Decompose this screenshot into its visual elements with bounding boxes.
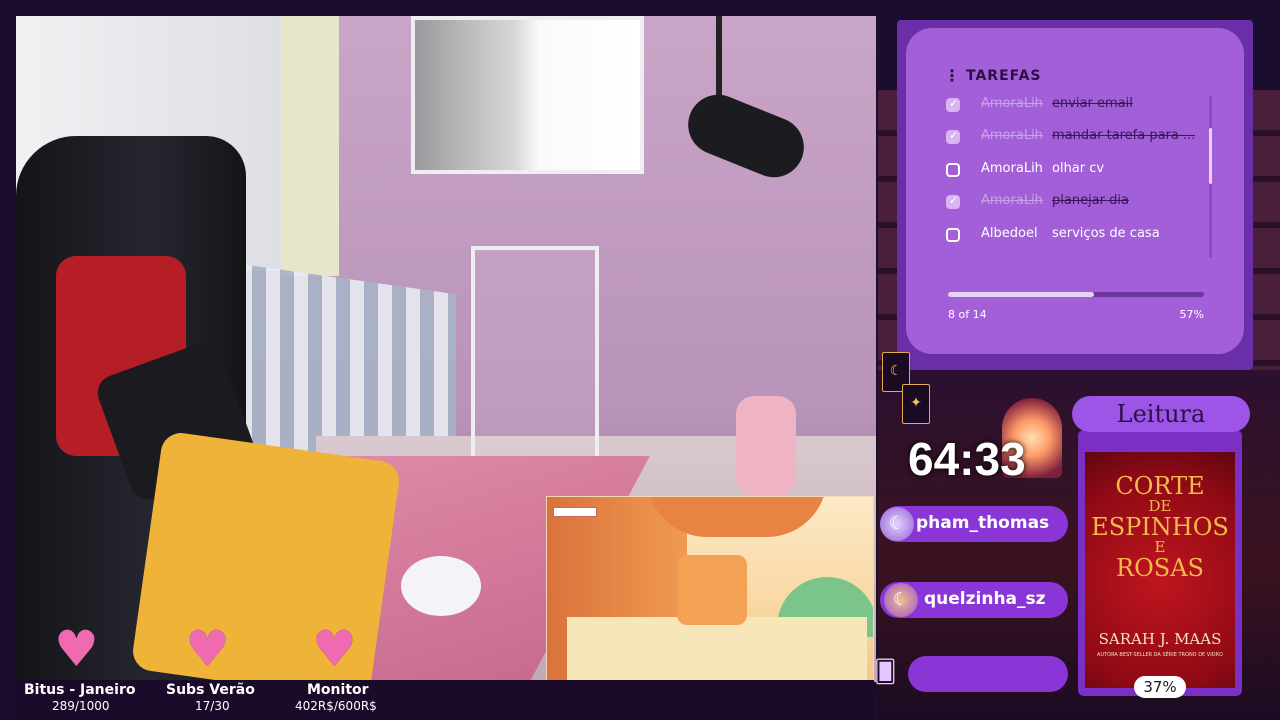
goal-label: Bitus - Janeiro [24, 682, 136, 698]
task-user: AmoraLih [981, 193, 1043, 208]
chat-username: pham_thomas [916, 513, 1050, 533]
crescent-moon-icon: ☾ [884, 583, 918, 617]
game-capture [546, 496, 874, 682]
microphone [679, 85, 813, 187]
reading-progress: 37% [1134, 676, 1186, 698]
checkbox-checked-icon[interactable] [946, 194, 960, 209]
yellow-blanket [130, 430, 402, 682]
reading-label: Leitura [1072, 396, 1250, 432]
task-user: Albedoel [981, 226, 1038, 241]
heart-icon: ♥ [312, 620, 357, 678]
checkbox-checked-icon[interactable] [946, 129, 960, 144]
goal-value: 17/30 [195, 699, 230, 713]
tasks-scrollbar-thumb[interactable] [1209, 128, 1212, 184]
task-item[interactable]: AmoraLih planejar dia [946, 192, 1206, 214]
game-character [677, 555, 747, 625]
book-author: SARAH J. MAAS [1098, 630, 1222, 648]
task-text: mandar tarefa para ... [1052, 128, 1196, 143]
chat-user-pill-empty [908, 656, 1068, 692]
storage-cart [471, 246, 599, 474]
book-title: CORTE DE ESPINHOS E ROSAS [1085, 472, 1235, 582]
game-health-bar [553, 507, 597, 517]
tarot-card-icon: ✦ [902, 384, 930, 424]
water-bottle [736, 396, 796, 496]
book-title-line: CORTE [1115, 472, 1205, 500]
checkbox-checked-icon[interactable] [946, 97, 960, 112]
tarot-cards-icon: 🂠 [874, 660, 897, 685]
checkbox-empty-icon[interactable] [946, 163, 960, 177]
chat-username: quelzinha_sz [924, 589, 1046, 609]
checkbox-empty-icon[interactable] [946, 228, 960, 242]
kebab-menu-icon[interactable]: ⋮ [944, 66, 960, 85]
goal-label: Monitor [307, 682, 369, 698]
reading-label-text: Leitura [1116, 400, 1206, 428]
tasks-title: TAREFAS [966, 68, 1042, 84]
task-user: AmoraLih [981, 128, 1043, 143]
chat-user-pill: ☾ quelzinha_sz [880, 582, 1068, 618]
book-tagline: AUTORA BEST-SELLER DA SÉRIE TRONO DE VID… [1097, 652, 1223, 658]
tasks-progress-fill [948, 292, 1094, 297]
goal-value: 402R$/600R$ [295, 699, 377, 713]
heart-icon: ♥ [54, 620, 99, 678]
wardrobe-side [281, 16, 339, 276]
task-text: olhar cv [1052, 161, 1105, 176]
tasks-progress-percent: 57% [1179, 308, 1204, 321]
task-item[interactable]: Albedoel serviços de casa [946, 225, 1206, 247]
goal-label: Subs Verão [166, 682, 255, 698]
goal-value: 289/1000 [52, 699, 110, 713]
book-title-line: ROSAS [1116, 553, 1204, 582]
crescent-moon-icon: ☾ [880, 507, 914, 541]
window [411, 16, 644, 174]
task-user: AmoraLih [981, 161, 1043, 176]
game-platform [567, 617, 867, 681]
stream-timer: 64:33 [908, 433, 1026, 485]
goals-bar [14, 680, 874, 720]
task-item[interactable]: AmoraLih enviar email [946, 95, 1206, 117]
computer-mouse [401, 556, 481, 616]
task-item[interactable]: AmoraLih mandar tarefa para ... [946, 127, 1206, 149]
book-title-line: ESPINHOS [1091, 512, 1229, 541]
tasks-progress-count: 8 of 14 [948, 308, 987, 321]
task-text: serviços de casa [1052, 226, 1160, 241]
decor-bookshelf-right [1252, 90, 1280, 370]
task-item[interactable]: AmoraLih olhar cv [946, 160, 1206, 182]
heart-icon: ♥ [185, 620, 230, 678]
task-user: AmoraLih [981, 96, 1043, 111]
task-text: enviar email [1052, 96, 1133, 111]
task-text: planejar dia [1052, 193, 1129, 208]
chat-user-pill: ☾ pham_thomas [880, 506, 1068, 542]
